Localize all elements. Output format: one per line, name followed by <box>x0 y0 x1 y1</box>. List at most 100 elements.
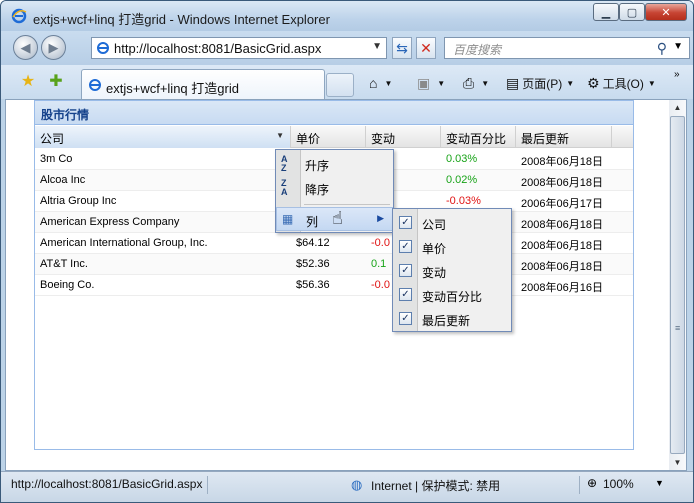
menu-item-sort-descending[interactable]: ZA 降序 <box>276 176 393 200</box>
new-tab-button[interactable] <box>326 73 354 97</box>
scroll-up-icon[interactable]: ▲ <box>670 100 685 115</box>
tab-row: ★ ✚ extjs+wcf+linq 打造grid ⌂ ▼ ▣ ▼ ⎙ ▼ ▤ 页面(P… <box>1 65 693 99</box>
chevron-down-icon: ▼ <box>647 78 656 88</box>
cell-company: 3m Co <box>40 153 73 165</box>
page-menu-button[interactable]: ▤ 页面(P) ▼ <box>506 73 574 93</box>
checkbox-checked-icon: ✓ <box>399 216 412 229</box>
minimize-button[interactable]: ▁ <box>593 3 619 21</box>
close-icon: ✕ <box>661 6 671 19</box>
stop-button[interactable]: ✕ <box>416 37 436 59</box>
menu-item-toggle-change[interactable]: ✓ 变动 <box>393 259 511 283</box>
column-header-label: 单价 <box>296 132 321 146</box>
forward-button[interactable]: ▶ <box>41 35 66 60</box>
search-box[interactable]: 百度搜索 ⚲ ▼ <box>444 37 690 59</box>
menu-item-label: 升序 <box>305 159 330 173</box>
sort-descending-icon: ZA <box>281 178 288 197</box>
security-zone[interactable]: Internet | 保护模式: 禁用 <box>371 477 500 494</box>
menu-item-sort-ascending[interactable]: AZ 升序 <box>276 152 393 176</box>
status-divider <box>207 476 208 494</box>
column-header-price[interactable]: 单价 <box>291 126 366 148</box>
sort-ascending-icon: AZ <box>281 154 288 173</box>
menu-item-toggle-company[interactable]: ✓ 公司 <box>393 211 511 235</box>
page-icon: ▤ <box>506 74 520 91</box>
rss-feed-icon: ▣ <box>417 74 431 91</box>
toolbar-overflow-icon[interactable]: » <box>674 69 680 80</box>
refresh-button[interactable]: ⇆ <box>392 37 412 59</box>
column-header-pct-change[interactable]: 变动百分比 <box>441 126 516 148</box>
menu-item-toggle-last-updated[interactable]: ✓ 最后更新 <box>393 307 511 331</box>
tools-menu-label: 工具(O) <box>602 76 644 91</box>
menu-item-label: 单价 <box>422 242 447 256</box>
cell-price: $56.36 <box>296 279 330 291</box>
grip-icon: ≡ <box>675 323 681 333</box>
checkbox-checked-icon: ✓ <box>399 288 412 301</box>
cell-company: American International Group, Inc. <box>40 237 208 249</box>
table-row[interactable]: AT&T Inc. $52.36 0.1 2008年06月18日 <box>35 254 633 275</box>
column-menu-trigger-icon[interactable]: ▼ <box>276 131 284 140</box>
ie-logo-icon <box>11 8 27 24</box>
column-header-label: 公司 <box>40 132 65 146</box>
chevron-down-icon: ▼ <box>437 78 446 88</box>
gear-icon: ⚙ <box>587 74 600 91</box>
maximize-button[interactable]: ▢ <box>619 3 645 21</box>
table-row[interactable]: American International Group, Inc. $64.1… <box>35 233 633 254</box>
cell-last-updated: 2008年06月18日 <box>521 240 603 252</box>
menu-item-toggle-pct-change[interactable]: ✓ 变动百分比 <box>393 283 511 307</box>
vertical-scrollbar[interactable]: ▲ ≡ ▼ <box>669 100 686 470</box>
cell-price: $52.36 <box>296 258 330 270</box>
column-header-last-updated[interactable]: 最后更新 <box>516 126 612 148</box>
home-icon: ⌂ <box>369 75 378 91</box>
address-bar-row: ◀ ▶ http://localhost:8081/BasicGrid.aspx… <box>1 31 693 65</box>
cell-last-updated: 2006年06月17日 <box>521 198 603 210</box>
column-header-change[interactable]: 变动 <box>366 126 441 148</box>
zoom-dropdown-icon[interactable]: ▼ <box>655 478 664 488</box>
columns-icon: ▦ <box>282 212 294 226</box>
maximize-icon: ▢ <box>626 6 638 19</box>
globe-icon: ◍ <box>351 477 363 492</box>
tools-menu-button[interactable]: ⚙ 工具(O) ▼ <box>587 73 656 93</box>
menu-item-toggle-price[interactable]: ✓ 单价 <box>393 235 511 259</box>
cell-price: $64.12 <box>296 237 330 249</box>
address-dropdown-icon[interactable]: ▼ <box>372 41 382 52</box>
favorites-star-icon[interactable]: ★ <box>19 73 37 91</box>
chevron-down-icon: ▼ <box>384 78 393 88</box>
zoom-icon: ⊕ <box>587 476 598 490</box>
scrollbar-thumb[interactable]: ≡ <box>670 116 685 454</box>
zoom-level[interactable]: 100% <box>603 477 634 491</box>
menu-separator <box>304 204 390 205</box>
column-header-company[interactable]: 公司 ▼ <box>35 126 291 148</box>
minimize-icon: ▁ <box>601 6 611 19</box>
window-title: extjs+wcf+linq 打造grid - Windows Internet… <box>33 12 330 27</box>
menu-item-label: 变动 <box>422 266 447 280</box>
feeds-button[interactable]: ▣ ▼ <box>417 73 445 93</box>
tab-current[interactable]: extjs+wcf+linq 打造grid <box>81 69 325 99</box>
chevron-down-icon: ▼ <box>481 78 490 88</box>
panel-title: 股市行情 <box>41 108 90 122</box>
title-bar: extjs+wcf+linq 打造grid - Windows Internet… <box>1 1 693 31</box>
print-button[interactable]: ⎙ ▼ <box>463 73 489 93</box>
table-row[interactable]: Boeing Co. $56.36 -0.0 2008年06月16日 <box>35 275 633 296</box>
scroll-down-icon[interactable]: ▼ <box>670 455 685 470</box>
submenu-arrow-icon: ▶ <box>377 213 384 223</box>
search-icon[interactable]: ⚲ <box>657 40 667 57</box>
page-content: 股市行情 公司 ▼ 单价 变动 变动百分比 最后更新 3m Co 0.03% 20… <box>5 99 687 471</box>
status-divider <box>579 476 580 494</box>
cell-pct-change: 0.03% <box>446 153 478 165</box>
hand-cursor-icon: ☝ <box>332 208 343 228</box>
back-button[interactable]: ◀ <box>13 35 38 60</box>
forward-arrow-icon: ▶ <box>48 39 59 55</box>
cell-last-updated: 2008年06月18日 <box>521 156 603 168</box>
columns-submenu: ✓ 公司 ✓ 单价 ✓ 变动 ✓ 变动百分比 ✓ 最后更新 <box>392 208 512 332</box>
menu-item-label: 列 <box>306 215 319 229</box>
close-button[interactable]: ✕ <box>645 3 687 21</box>
checkbox-checked-icon: ✓ <box>399 240 412 253</box>
cell-company: American Express Company <box>40 216 180 228</box>
search-dropdown-icon[interactable]: ▼ <box>673 41 683 52</box>
cell-company: AT&T Inc. <box>40 258 88 270</box>
home-button[interactable]: ⌂ ▼ <box>369 73 392 93</box>
add-favorites-icon[interactable]: ✚ <box>47 73 65 91</box>
menu-item-label: 降序 <box>305 183 330 197</box>
menu-item-label: 最后更新 <box>422 314 471 328</box>
address-field[interactable]: http://localhost:8081/BasicGrid.aspx ▼ <box>91 37 387 59</box>
tab-title: extjs+wcf+linq 打造grid <box>106 81 239 96</box>
